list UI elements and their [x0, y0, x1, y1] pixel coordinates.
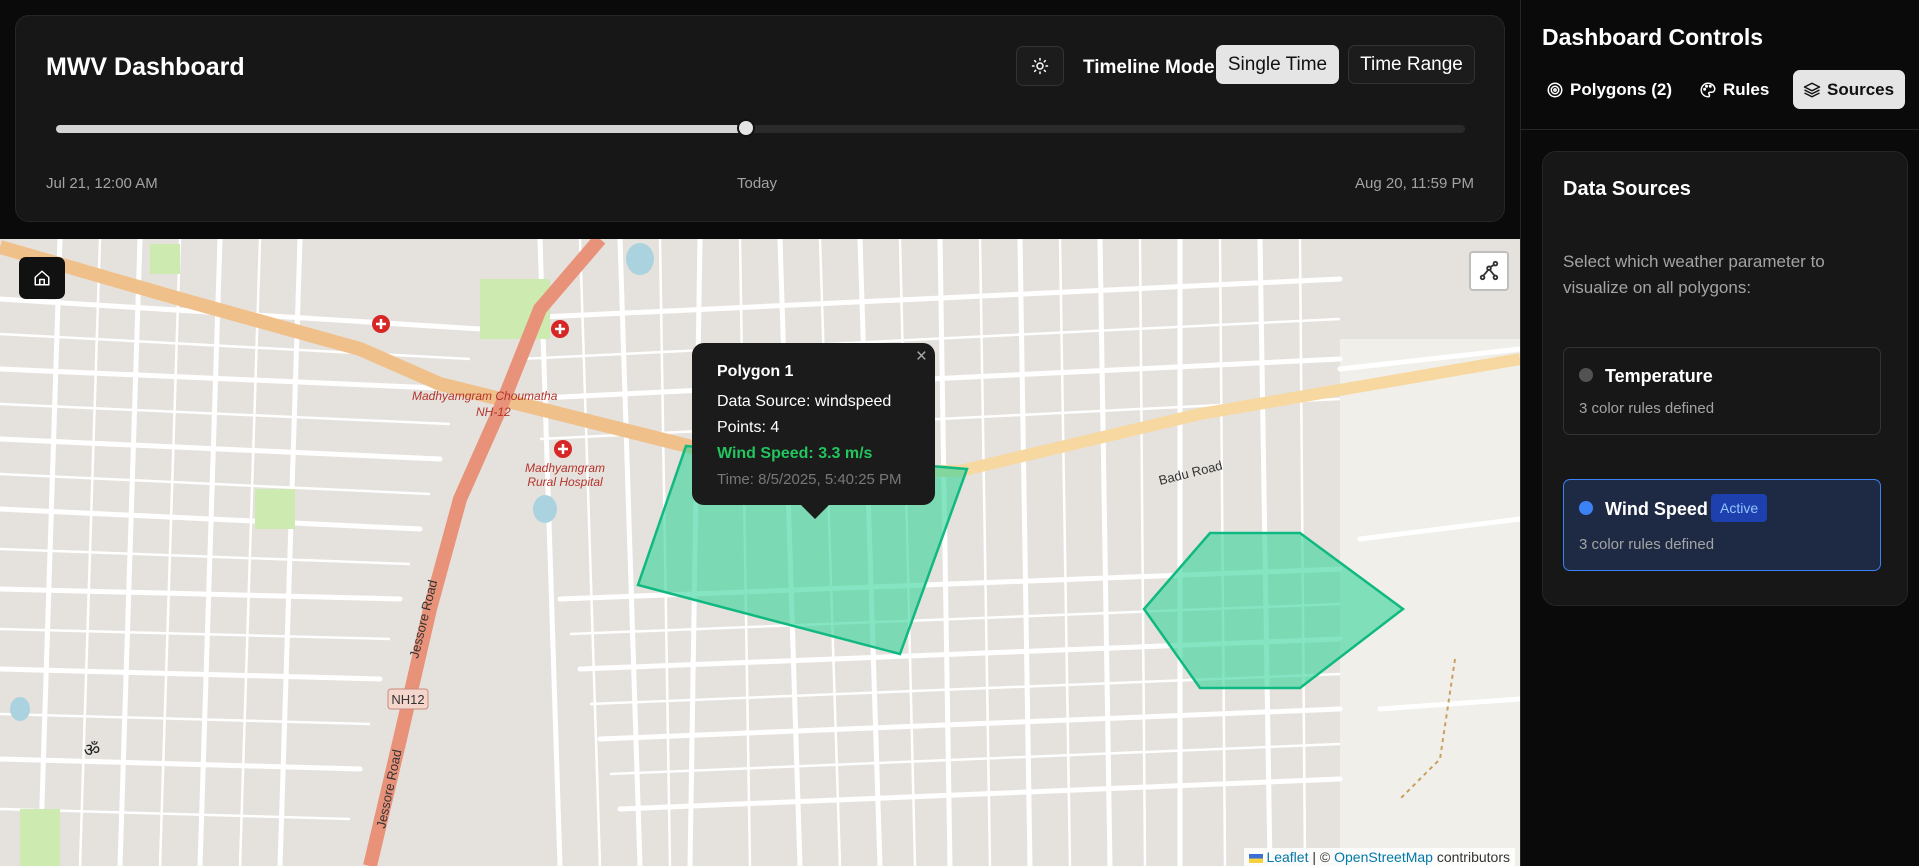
- popup-close-button[interactable]: ×: [916, 346, 927, 368]
- popup-data-source: Data Source: windspeed: [717, 393, 892, 410]
- map[interactable]: NH12 ॐ Badu Road Jessore Road Jessore Ro…: [0, 239, 1520, 866]
- hospital-label-line2: Rural Hospital: [527, 475, 603, 489]
- target-icon: [1547, 82, 1563, 97]
- tab-sources-label: Sources: [1827, 79, 1895, 99]
- map-attribution: Leaflet | © OpenStreetMap contributors: [1243, 848, 1515, 866]
- time-range-button[interactable]: Time Range: [1348, 45, 1475, 84]
- popup-points: Points: 4: [717, 419, 780, 436]
- data-sources-card: Data Sources Select which weather parame…: [1542, 151, 1908, 606]
- temperature-name: Temperature: [1605, 366, 1713, 386]
- tab-polygons[interactable]: Polygons (2): [1536, 70, 1682, 109]
- main-area: MWV Dashboard Timeline Mode: Single Time…: [0, 0, 1520, 866]
- ukraine-flag-icon: [1248, 853, 1263, 863]
- wind-speed-dot: [1579, 501, 1593, 515]
- popup-time: Time: 8/5/2025, 5:40:25 PM: [717, 471, 902, 488]
- home-icon: [34, 270, 50, 286]
- sidebar: Dashboard Controls Polygons (2) Rules So…: [1520, 0, 1919, 866]
- timeline-slider[interactable]: [56, 119, 1465, 137]
- source-wind-speed[interactable]: Wind Speed Active 3 color rules defined: [1563, 479, 1881, 571]
- wind-speed-rules-count: 3 color rules defined: [1579, 536, 1715, 553]
- draw-polygon-button[interactable]: [1469, 251, 1509, 291]
- popup-wind-speed: Wind Speed: 3.3 m/s: [717, 445, 873, 462]
- hospital-label-line1: Madhyamgram: [524, 461, 606, 475]
- timeline-end-label: Aug 20, 11:59 PM: [1355, 175, 1474, 192]
- active-badge: Active: [1711, 494, 1768, 522]
- theme-toggle-button[interactable]: [1016, 46, 1064, 86]
- nh12-label: NH-12: [476, 405, 511, 419]
- wind-speed-name: Wind Speed: [1605, 499, 1708, 519]
- sidebar-title: Dashboard Controls: [1542, 24, 1764, 50]
- polygon-popup: × Polygon 1 Data Source: windspeed Point…: [692, 343, 935, 519]
- popup-title: Polygon 1: [717, 363, 794, 380]
- single-time-button[interactable]: Single Time: [1216, 45, 1339, 84]
- page-title: MWV Dashboard: [46, 53, 245, 81]
- polyline-icon: [1479, 260, 1499, 281]
- header-card: MWV Dashboard Timeline Mode: Single Time…: [15, 15, 1505, 222]
- leaflet-link[interactable]: Leaflet: [1266, 849, 1308, 865]
- tab-rules-label: Rules: [1723, 79, 1770, 99]
- data-sources-description: Select which weather parameter to visual…: [1563, 252, 1825, 297]
- data-sources-title: Data Sources: [1563, 178, 1691, 200]
- timeline-slider-thumb[interactable]: [737, 119, 756, 137]
- nh12-shield-label: NH12: [391, 692, 424, 707]
- map-tiles: NH12 ॐ Badu Road Jessore Road Jessore Ro…: [0, 239, 1520, 866]
- timeline-today-label: Today: [737, 175, 778, 192]
- tab-sources[interactable]: Sources: [1793, 70, 1905, 109]
- temperature-dot: [1579, 368, 1593, 382]
- chowmatha-label: Madhyamgram Choumatha: [412, 389, 558, 403]
- temperature-rules-count: 3 color rules defined: [1579, 400, 1715, 417]
- attribution-sep: | ©: [1308, 849, 1335, 865]
- hospital-label: Madhyamgram Rural Hospital: [515, 461, 615, 489]
- timeline-slider-fill: [56, 125, 747, 133]
- attribution-contributors: contributors: [1432, 849, 1510, 865]
- sun-icon: [1031, 57, 1049, 75]
- palette-icon: [1700, 81, 1716, 98]
- osm-link[interactable]: OpenStreetMap: [1334, 849, 1433, 865]
- om-symbol: ॐ: [84, 740, 100, 761]
- timeline-start-label: Jul 21, 12:00 AM: [46, 175, 158, 192]
- timeline-mode-label: Timeline Mode:: [1083, 57, 1221, 78]
- home-button[interactable]: [19, 257, 65, 299]
- source-temperature[interactable]: Temperature 3 color rules defined: [1563, 347, 1881, 435]
- layers-icon: [1803, 82, 1821, 97]
- tab-polygons-label: Polygons (2): [1570, 79, 1673, 99]
- tab-rules[interactable]: Rules: [1689, 70, 1779, 109]
- sidebar-divider: [1521, 129, 1919, 130]
